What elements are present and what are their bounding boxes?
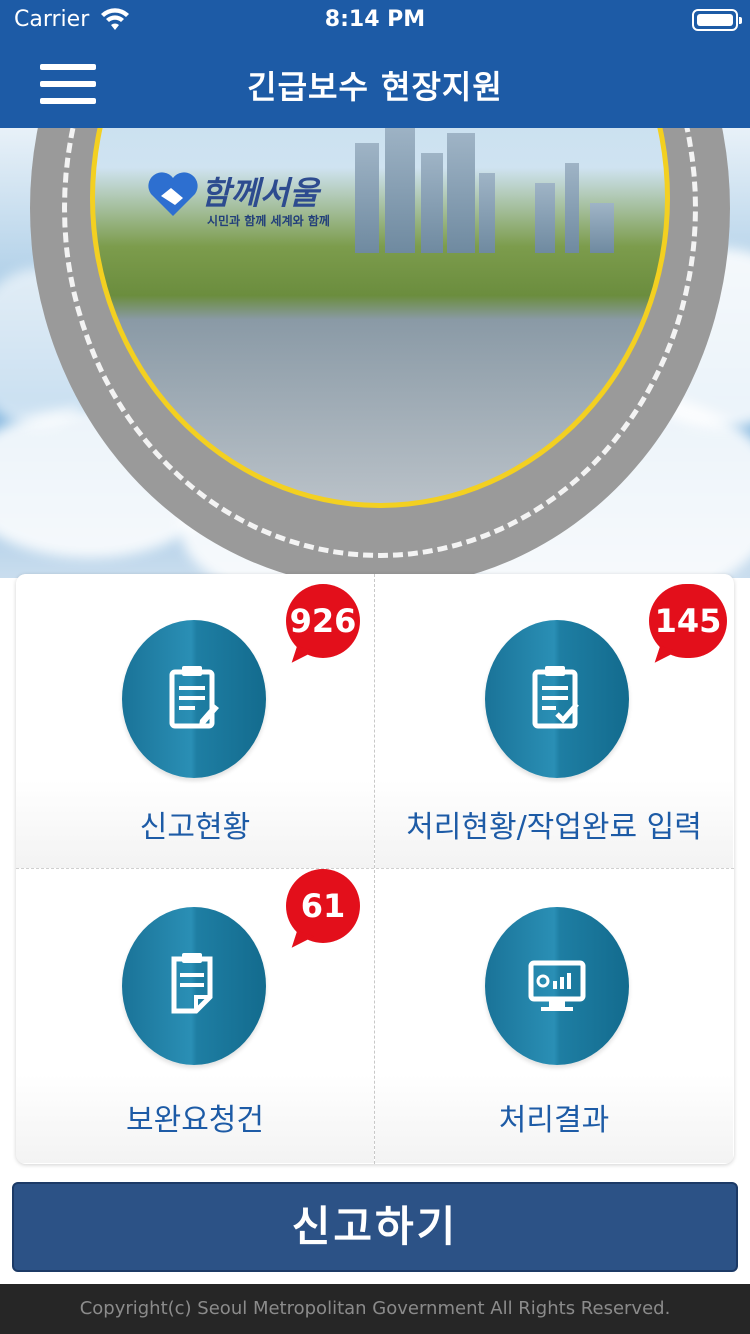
clock: 8:14 PM: [324, 7, 426, 32]
navigation-bar: 긴급보수 현장지원: [0, 40, 750, 128]
logo-subtitle: 시민과 함께 세계와 함께: [207, 214, 330, 228]
page-title: 긴급보수 현장지원: [247, 68, 503, 106]
menu-item-processing-result[interactable]: 처리결과: [375, 869, 733, 1163]
copyright-footer: Copyright(c) Seoul Metropolitan Governme…: [0, 1284, 750, 1334]
menu-item-label: 처리현황/작업완료 입력: [406, 810, 702, 845]
monitor-chart-icon: [485, 907, 629, 1065]
count-badge: 926: [286, 584, 360, 669]
report-button[interactable]: 신고하기: [12, 1182, 738, 1272]
clipboard-edit-icon: [122, 620, 266, 778]
app-header: Carrier 8:14 PM 긴급보수 현장지원: [0, 0, 750, 128]
seoul-logo: 함께서울 시민과 함께 세계와 함께: [145, 166, 335, 236]
count-badge: 145: [649, 584, 727, 669]
menu-item-supplement-request[interactable]: 61 보완요청건: [16, 869, 374, 1163]
heart-logo-icon: [148, 172, 198, 216]
menu-item-report-status[interactable]: 926 신고현황: [16, 574, 374, 868]
count-badge: 61: [286, 869, 360, 954]
menu-item-label: 신고현황: [139, 810, 251, 845]
menu-grid: 926 신고현황 145 처리현황/작업완료 입력 61 보완요청건 처리결과: [16, 574, 734, 1164]
menu-item-processing-status[interactable]: 145 처리현황/작업완료 입력: [375, 574, 733, 868]
logo-text: 함께서울: [201, 174, 319, 212]
menu-item-label: 처리결과: [498, 1103, 610, 1138]
battery-icon: [692, 9, 742, 31]
menu-item-label: 보완요청건: [126, 1103, 264, 1138]
status-bar: Carrier 8:14 PM: [0, 0, 750, 40]
hero-banner: 함께서울 시민과 함께 세계와 함께: [0, 128, 750, 578]
document-icon: [122, 907, 266, 1065]
clipboard-check-icon: [485, 620, 629, 778]
